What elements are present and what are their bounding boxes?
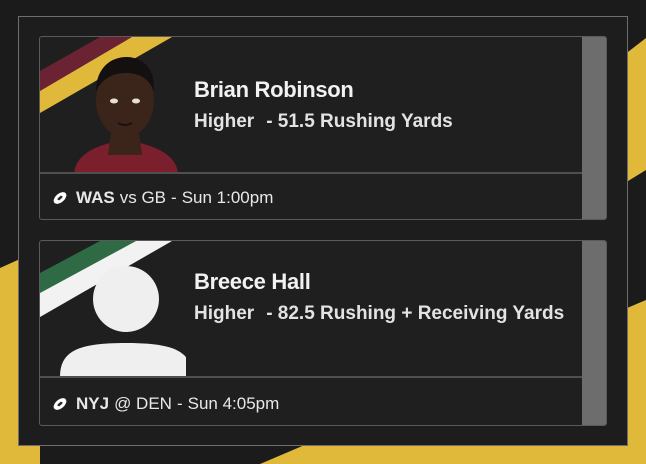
matchup: @ DEN [114,394,172,413]
player-photo [74,57,178,173]
pick-direction: Higher [194,303,255,324]
card-scrollbar[interactable] [582,37,606,219]
football-icon [53,192,67,204]
prop-value: - 51.5 Rushing Yards [266,111,453,132]
card-divider [40,172,582,174]
card-divider [40,376,582,378]
pick-card[interactable]: Breece Hall Higher - 82.5 Rushing + Recei… [39,240,607,426]
matchup: vs GB [119,188,167,207]
football-icon [53,398,67,410]
separator: - [176,394,183,413]
prop-value: - 82.5 Rushing + Receiving Yards [266,303,565,324]
prop-line: Higher - 82.5 Rushing + Receiving Yards [194,301,574,327]
player-name: Breece Hall [194,269,311,294]
card-scrollbar[interactable] [582,241,606,425]
game-time: Sun 1:00pm [181,188,274,207]
pick-card[interactable]: Brian Robinson Higher - 51.5 Rushing Yard… [39,36,607,220]
game-info: WAS vs GB - Sun 1:00pm [52,188,273,208]
pick-direction: Higher [194,111,255,132]
team-abbr: NYJ [76,394,110,413]
team-abbr: WAS [76,188,115,207]
placeholder-silhouette [60,266,186,377]
game-info: NYJ @ DEN - Sun 4:05pm [52,394,279,414]
separator: - [171,188,177,207]
prop-line: Higher - 51.5 Rushing Yards [194,109,574,135]
player-name: Brian Robinson [194,77,354,102]
game-time: Sun 4:05pm [187,394,280,413]
